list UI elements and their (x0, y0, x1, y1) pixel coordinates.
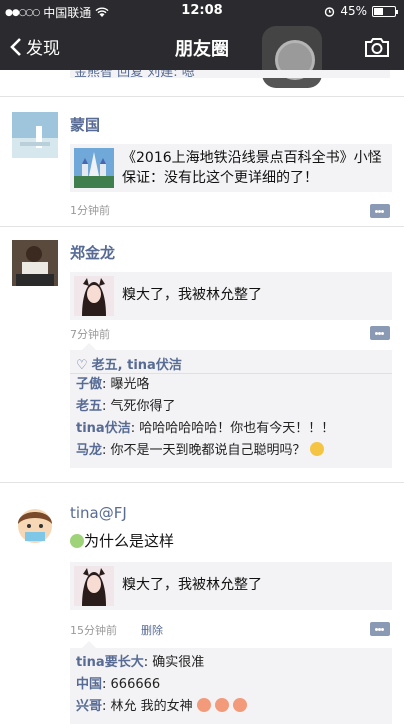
divider (0, 96, 404, 97)
battery-icon (372, 5, 398, 17)
post-time: 15分钟前 (70, 624, 117, 637)
article-title: 《2016上海地铁沿线景点百科全书》小怪保证：没有比这个更详细的了！ (122, 150, 382, 186)
avatar[interactable] (12, 502, 58, 548)
more-icon[interactable] (370, 204, 390, 218)
post-author[interactable]: tina@FJ (70, 504, 127, 522)
post-time: 1分钟前 (70, 204, 110, 217)
camera-icon (365, 38, 389, 57)
more-icon[interactable] (370, 622, 390, 636)
comment-panel: ♡ 老五, tina伏洁 子傲: 曝光咯 老五: 气死你得了 tina伏洁: 哈哈… (70, 343, 392, 468)
post-1: 蒙国 《2016上海地铁沿线景点百科全书》小怪保证：没有比这个更详细的了！ 1分… (0, 112, 404, 232)
avatar[interactable] (12, 240, 58, 286)
emoji-icon (233, 698, 248, 712)
article-thumbnail (74, 566, 114, 606)
post-3: tina@FJ 为什么是这样 糗大了，我被林允整了 15分钟前 删除 tina要长… (0, 502, 404, 724)
comment-item[interactable]: tina伏洁: 哈哈哈哈哈哈！你也有今天！！！ (70, 418, 392, 440)
cut-comment: 金熊智 回复 刘建: 嗯 (70, 70, 390, 78)
battery-fill (374, 7, 383, 15)
emoji-icon (70, 534, 84, 548)
more-icon[interactable] (370, 326, 390, 340)
comment-item[interactable]: 马龙: 你不是一天到晚都说自己聪明吗？ (70, 440, 392, 462)
heart-icon: ♡ (76, 358, 88, 373)
post-time: 7分钟前 (70, 328, 110, 341)
shared-article[interactable]: 糗大了，我被林允整了 (70, 562, 392, 610)
avatar[interactable] (12, 112, 58, 158)
alarm-icon (325, 6, 335, 17)
shared-article[interactable]: 《2016上海地铁沿线景点百科全书》小怪保证：没有比这个更详细的了！ (70, 144, 392, 192)
moments-feed: 金熊智 回复 刘建: 嗯 蒙国 《2016上海地铁沿线景点百科全书》小怪保证：没… (0, 70, 404, 724)
article-thumbnail (74, 148, 114, 188)
article-title: 糗大了，我被林允整了 (122, 287, 262, 303)
post-text: 为什么是这样 (70, 530, 174, 551)
divider (0, 226, 404, 227)
battery-percent: 45% (340, 4, 367, 18)
post-author[interactable]: 蒙国 (70, 114, 100, 135)
status-right: 45% (324, 4, 398, 18)
comment-item[interactable]: tina要长大: 确实很准 (70, 652, 392, 674)
page-title: 朋友圈 (175, 39, 229, 60)
nav-bar: 发现 朋友圈 (0, 22, 404, 88)
post-2: 郑金龙 糗大了，我被林允整了 7分钟前 ♡ 老五, tina伏洁 子傲: 曝光咯 … (0, 240, 404, 540)
status-bar: ●●○○○ 中国联通 12:08 45% (0, 0, 404, 22)
likes-names[interactable]: 老五, tina伏洁 (92, 358, 182, 373)
divider (0, 482, 404, 483)
emoji-icon (309, 442, 324, 456)
camera-button[interactable] (364, 36, 390, 62)
article-title: 糗大了，我被林允整了 (122, 577, 262, 593)
comment-panel: tina要长大: 确实很准 中国: 666666 兴哥: 林允 我的女神 (70, 641, 392, 724)
shared-article[interactable]: 糗大了，我被林允整了 (70, 272, 392, 320)
delete-button[interactable]: 删除 (141, 624, 163, 637)
comment-item[interactable]: 老五: 气死你得了 (70, 396, 392, 418)
article-thumbnail (74, 276, 114, 316)
likes-row: ♡ 老五, tina伏洁 (70, 350, 392, 374)
emoji-icon (214, 698, 229, 712)
emoji-icon (196, 698, 211, 712)
post-author[interactable]: 郑金龙 (70, 242, 115, 263)
post-meta: 15分钟前 删除 (70, 622, 163, 638)
comment-item[interactable]: 中国: 666666 (70, 674, 392, 696)
comment-item[interactable]: 兴哥: 林允 我的女神 (70, 696, 392, 718)
comment-item[interactable]: 子傲: 曝光咯 (70, 374, 392, 396)
